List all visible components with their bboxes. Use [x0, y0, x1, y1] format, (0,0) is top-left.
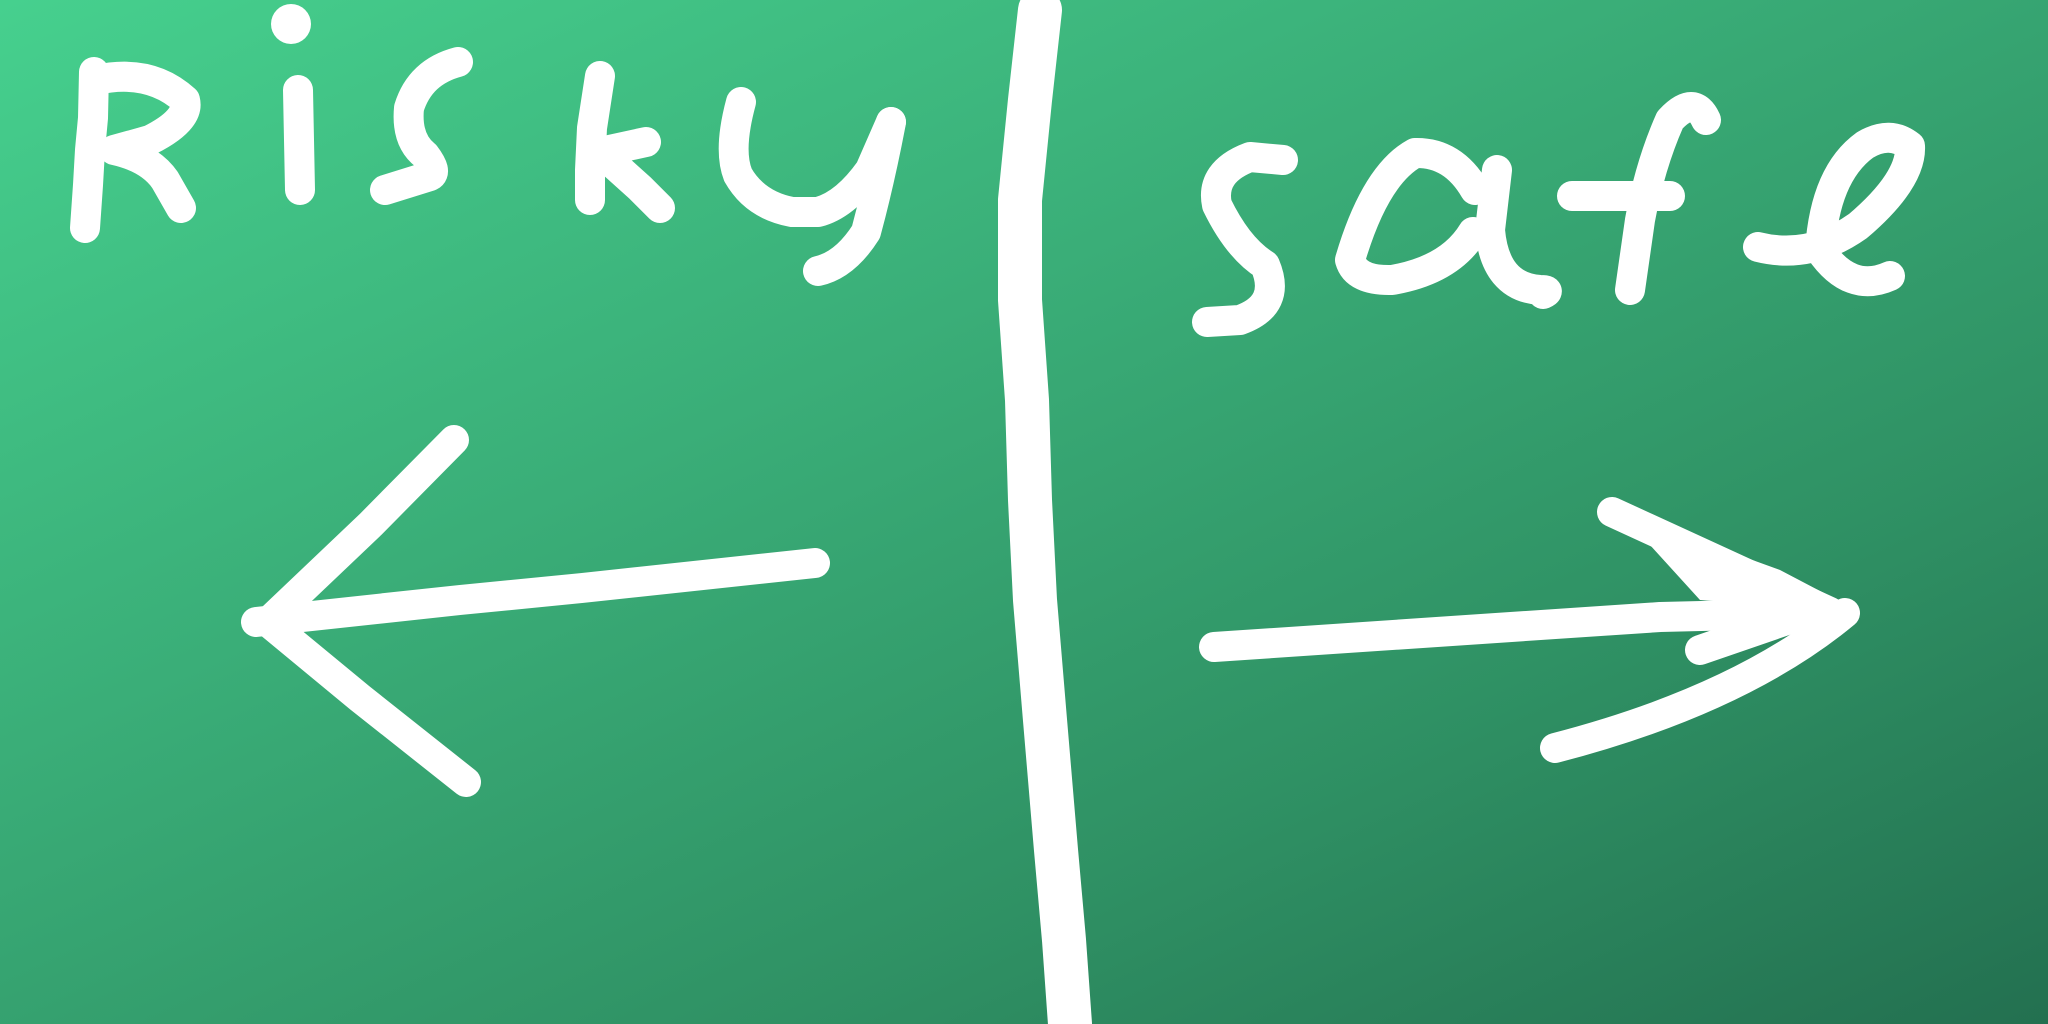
- arrow-left-icon: [241, 425, 830, 797]
- risky-handwriting: [70, 4, 906, 286]
- handwriting-drawing: [70, 0, 1926, 1024]
- handwritten-sign: risky safe: [0, 0, 2048, 1024]
- safe-handwriting: [1192, 92, 1926, 337]
- arrow-right-icon: [1199, 497, 1860, 763]
- center-divider: [998, 0, 1092, 1024]
